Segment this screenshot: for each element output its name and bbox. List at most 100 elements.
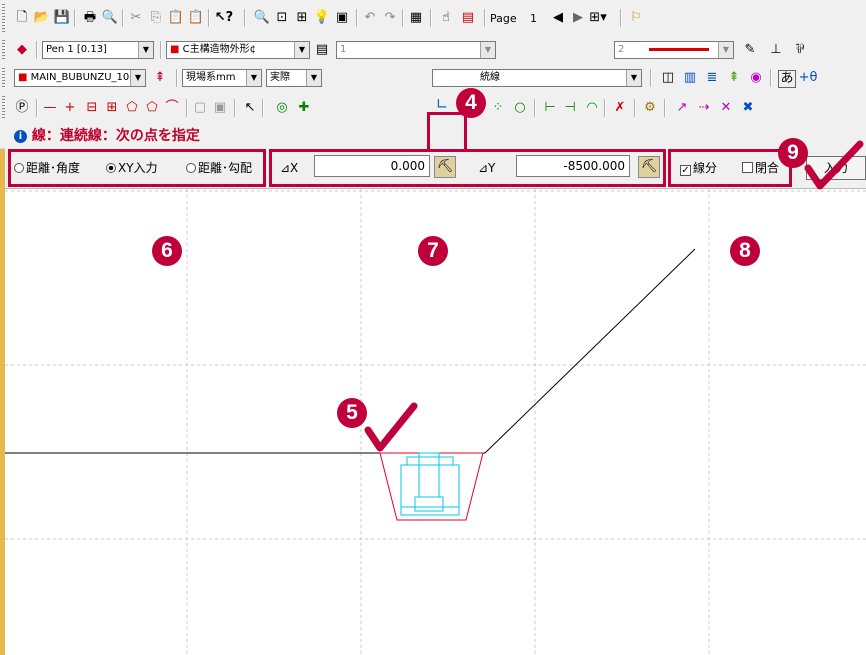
coord-combo-value: 現場系mm <box>186 72 236 83</box>
prev-page-icon[interactable]: ◀ <box>550 10 566 26</box>
page-label: Page <box>490 12 517 25</box>
extra-tool-icon[interactable]: ⚐ <box>628 10 644 26</box>
redraw-icon[interactable]: 💡 <box>314 10 330 26</box>
chevron-down-icon[interactable]: ▼ <box>718 42 733 58</box>
eyedropper-icon[interactable]: ✎ <box>742 42 758 58</box>
snap-mode-3-icon[interactable]: ✕ <box>718 100 734 116</box>
next-page-icon[interactable]: ▶ <box>570 10 586 26</box>
window-icon[interactable]: ◫ <box>660 70 676 86</box>
point-tool-icon[interactable]: Ⓟ <box>14 100 30 116</box>
pen-combo[interactable]: Pen 1 [0.13] ▼ <box>42 41 154 59</box>
snap-circle-icon[interactable]: ◎ <box>274 100 290 116</box>
snap-mode-icon[interactable]: ↗ <box>674 100 690 116</box>
status-prompt: i 線：連続線：次の点を指定 <box>14 125 200 145</box>
structure-outline <box>400 452 460 516</box>
scale-combo-value: 実際 <box>270 72 290 83</box>
sheet-combo[interactable]: ■ MAIN_BUBUNZU_100 1/ ▼ <box>14 69 146 87</box>
zoom-all-icon[interactable]: ⊞ <box>294 10 310 26</box>
dimension-icon[interactable]: ⊥ <box>768 42 784 58</box>
pointer-icon[interactable]: ☝ <box>438 10 454 26</box>
layer-combo[interactable]: ■ C主構造物外形¢ ▼ <box>166 41 310 59</box>
step-badge-5: 5 <box>337 398 367 428</box>
new-file-icon[interactable]: 🗋 <box>14 10 30 26</box>
coordinate-icon[interactable]: ⅌ <box>792 42 808 58</box>
properties-icon[interactable]: ▦ <box>408 10 424 26</box>
chevron-down-icon[interactable]: ▼ <box>294 42 309 58</box>
rectangle-2-icon[interactable]: ⊞ <box>104 100 120 116</box>
chevron-down-icon[interactable]: ▼ <box>138 42 153 58</box>
paste-special-icon[interactable]: 📋 <box>188 10 204 26</box>
pen-combo-value: Pen 1 [0.13] <box>46 44 107 55</box>
toolbar-grip <box>2 4 5 32</box>
polygon-icon[interactable]: ⬠ <box>124 100 140 116</box>
frame-icon[interactable]: ▢ <box>192 100 208 116</box>
highlight-box-8 <box>668 149 792 187</box>
step-badge-7: 7 <box>418 236 448 266</box>
layer-tool-icon[interactable]: ⇞ <box>726 70 742 86</box>
snap-center-icon[interactable]: ○ <box>512 100 528 116</box>
table-icon[interactable]: ▥ <box>682 70 698 86</box>
layer-settings-icon[interactable]: ▤ <box>314 42 330 58</box>
info-icon: i <box>14 130 27 143</box>
width-combo[interactable]: 2 ▼ <box>614 41 734 59</box>
toolbar-row-2: ◆ Pen 1 [0.13] ▼ ■ C主構造物外形¢ ▼ ▤ 1 ▼ 2 ▼ … <box>0 36 866 65</box>
snap-point-icon[interactable]: ⁘ <box>490 100 506 116</box>
snap-mode-4-icon[interactable]: ✖ <box>740 100 756 116</box>
checkmark-icon <box>804 140 864 190</box>
paste-icon[interactable]: 📋 <box>168 10 184 26</box>
polygon-2-icon[interactable]: ⬠ <box>144 100 160 116</box>
snap-angle-icon[interactable]: ∟ <box>434 96 450 112</box>
zoom-window-icon[interactable]: ⊡ <box>274 10 290 26</box>
snap-arc-icon[interactable]: ◠ <box>584 100 600 116</box>
snap-tangent-icon[interactable]: ✗ <box>612 100 628 116</box>
undo-icon[interactable]: ↶ <box>362 10 378 26</box>
save-icon[interactable]: 💾 <box>54 10 70 26</box>
step-badge-8: 8 <box>730 236 760 266</box>
checkmark-icon <box>364 402 418 452</box>
linetype-combo[interactable]: 統線 ▼ <box>432 69 642 87</box>
print-icon[interactable]: 🖶 <box>82 10 98 26</box>
width-combo-value: 2 <box>618 44 625 55</box>
zoom-icon[interactable]: 🔍 <box>254 10 270 26</box>
snap-end-icon[interactable]: ⊢ <box>542 100 558 116</box>
coordinate-system-combo[interactable]: 現場系mm ▼ <box>182 69 262 87</box>
scale-combo[interactable]: 実際 ▼ <box>266 69 322 87</box>
color-icon[interactable]: ◉ <box>748 70 764 86</box>
snap-mid-icon[interactable]: ⊣ <box>562 100 578 116</box>
page-number: 1 <box>530 12 537 25</box>
help-cursor-icon[interactable]: ↖? <box>215 10 233 26</box>
snap-cross-icon[interactable]: ✚ <box>296 100 312 116</box>
page-menu-icon[interactable]: ⊞▾ <box>589 10 606 26</box>
rectangle-icon[interactable]: ⊟ <box>84 100 100 116</box>
frame-2-icon[interactable]: ▣ <box>212 100 228 116</box>
sheet-add-icon[interactable]: ⇞ <box>152 70 168 86</box>
view-icon[interactable]: ▣ <box>334 10 350 26</box>
toolbar-row-3: ■ MAIN_BUBUNZU_100 1/ ▼ ⇞ 現場系mm ▼ 実際 ▼ 統… <box>0 64 866 93</box>
chevron-down-icon[interactable]: ▼ <box>246 70 261 86</box>
chevron-down-icon[interactable]: ▼ <box>626 70 641 86</box>
line-combo-value: 1 <box>340 44 347 55</box>
copy-icon[interactable]: ⎘ <box>148 10 164 26</box>
highlight-box-4 <box>427 112 467 152</box>
redo-icon[interactable]: ↷ <box>382 10 398 26</box>
text-icon[interactable]: あ <box>778 70 796 88</box>
chevron-down-icon[interactable]: ▼ <box>480 42 495 58</box>
line-cross-icon[interactable]: + <box>62 100 78 116</box>
snap-mode-2-icon[interactable]: ⇢ <box>696 100 712 116</box>
print-preview-icon[interactable]: 🔍 <box>102 10 118 26</box>
cut-icon[interactable]: ✂ <box>128 10 144 26</box>
snap-gear-icon[interactable]: ⚙ <box>642 100 658 116</box>
arc-icon[interactable]: ⌒ <box>164 100 180 116</box>
list-icon[interactable]: ≣ <box>704 70 720 86</box>
chevron-down-icon[interactable]: ▼ <box>306 70 321 86</box>
line-icon[interactable]: — <box>42 100 58 116</box>
text-add-icon[interactable]: +θ <box>799 70 818 86</box>
line-combo[interactable]: 1 ▼ <box>336 41 496 59</box>
chevron-down-icon[interactable]: ▼ <box>130 70 145 86</box>
eraser-icon[interactable]: ◆ <box>14 42 30 58</box>
open-folder-icon[interactable]: 📂 <box>34 10 50 26</box>
toolbar-row-1: 🗋 📂 💾 🖶 🔍 ✂ ⎘ 📋 📋 ↖? 🔍 ⊡ ⊞ 💡 ▣ ↶ ↷ ▦ ☝ ▤… <box>0 0 866 37</box>
toolbar-grip <box>2 40 5 60</box>
layer-view-icon[interactable]: ▤ <box>460 10 476 26</box>
select-arrow-icon[interactable]: ↖ <box>242 100 258 116</box>
